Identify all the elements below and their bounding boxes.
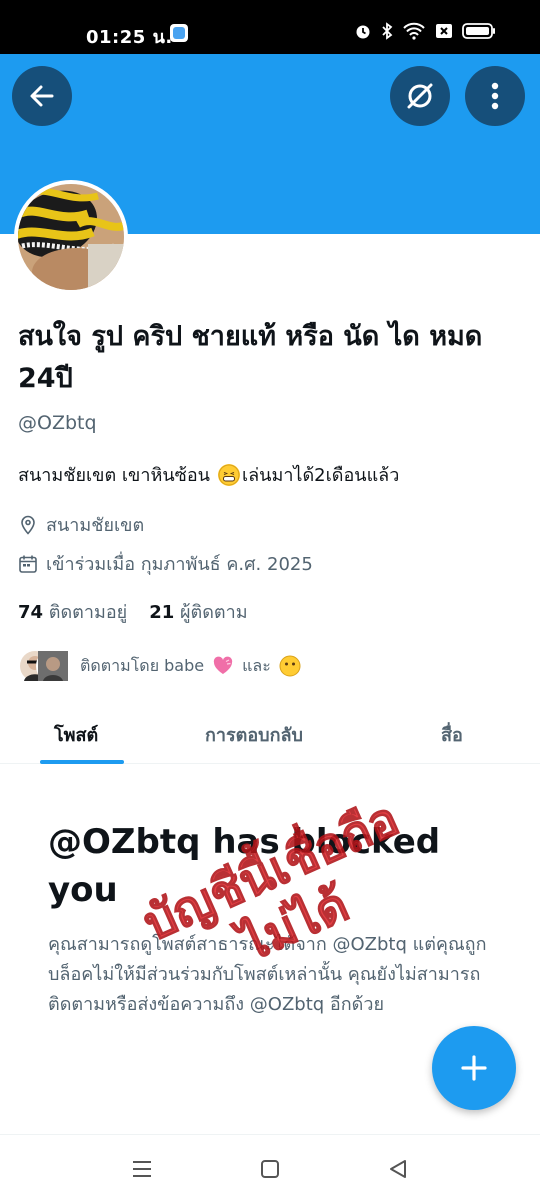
profile-location: สนามชัยเขต <box>18 510 144 539</box>
more-options-button[interactable] <box>465 66 525 126</box>
followed-by-text: ติดตามโดย babe <box>80 655 205 675</box>
bio-text-2: เล่นมาได้2เดือนแล้ว <box>241 465 400 486</box>
triangle-back-icon <box>390 1160 406 1178</box>
profile-tabs: โพสต์ การตอบกลับ สื่อ <box>0 704 540 764</box>
followers-count: 21 <box>149 602 175 623</box>
location-pin-icon <box>21 515 35 535</box>
status-icons <box>354 22 496 40</box>
active-tab-indicator <box>40 760 124 764</box>
profile-display-name: สนใจ รูป คริป ชายแท้ หรือ นัด ได หมด 24ป… <box>18 321 483 394</box>
bluetooth-icon <box>382 22 393 40</box>
alarm-icon <box>356 25 370 39</box>
tab-media[interactable]: สื่อ <box>441 720 463 749</box>
profile-handle: @OZbtq <box>18 412 97 434</box>
bio-text: สนามชัยเขต เขาหินซ้อน <box>18 465 210 486</box>
home-button[interactable] <box>256 1155 284 1183</box>
no-mouth-face-icon <box>279 655 301 677</box>
profile-bio: สนามชัยเขต เขาหินซ้อน เล่นมาได้2เดือนแล้… <box>18 460 399 489</box>
recent-apps-button[interactable] <box>128 1155 156 1183</box>
compose-post-button[interactable] <box>432 1026 516 1110</box>
profile-avatar[interactable] <box>14 180 128 294</box>
menu-lines-icon <box>133 1161 151 1177</box>
grinning-face-emoji-icon <box>217 463 240 486</box>
status-time: 01:25 น. <box>86 27 173 48</box>
battery-icon <box>462 23 495 39</box>
following-link[interactable]: 74 ติดตามอยู่ <box>18 597 127 626</box>
following-count: 74 <box>18 602 44 623</box>
followers-label: ผู้ติดตาม <box>180 602 248 623</box>
system-navigation-bar <box>0 1134 540 1200</box>
slashed-circle-icon <box>407 83 433 109</box>
pink-heart-icon <box>213 656 233 674</box>
follow-stats: 74 ติดตามอยู่ 21 ผู้ติดตาม <box>18 597 248 626</box>
joined-text: เข้าร่วมเมื่อ กุมภาพันธ์ ค.ศ. 2025 <box>46 554 313 575</box>
home-square-icon <box>261 1160 279 1178</box>
followed-by-row[interactable]: ติดตามโดย babe และ <box>18 649 301 683</box>
follower-avatar <box>36 649 70 683</box>
app-notification-icon <box>170 24 188 42</box>
status-bar: 01:25 น. <box>0 0 540 54</box>
back-nav-button[interactable] <box>384 1155 412 1183</box>
location-text: สนามชัยเขต <box>46 515 145 536</box>
wifi-icon <box>403 22 425 40</box>
more-vertical-icon <box>491 82 499 110</box>
followed-by-and: และ <box>242 655 271 675</box>
profile-joined-date: เข้าร่วมเมื่อ กุมภาพันธ์ ค.ศ. 2025 <box>18 549 313 578</box>
followers-link[interactable]: 21 ผู้ติดตาม <box>149 597 247 626</box>
calendar-icon <box>19 555 37 573</box>
tab-posts[interactable]: โพสต์ <box>54 720 98 749</box>
tab-replies[interactable]: การตอบกลับ <box>205 720 303 749</box>
sim-off-icon <box>436 24 452 38</box>
following-label: ติดตามอยู่ <box>48 602 128 623</box>
arrow-left-icon <box>30 85 54 107</box>
grok-button[interactable] <box>390 66 450 126</box>
avatar-image <box>18 184 124 290</box>
plus-icon <box>461 1055 487 1081</box>
back-button[interactable] <box>12 66 72 126</box>
followed-by-avatars <box>18 649 72 683</box>
